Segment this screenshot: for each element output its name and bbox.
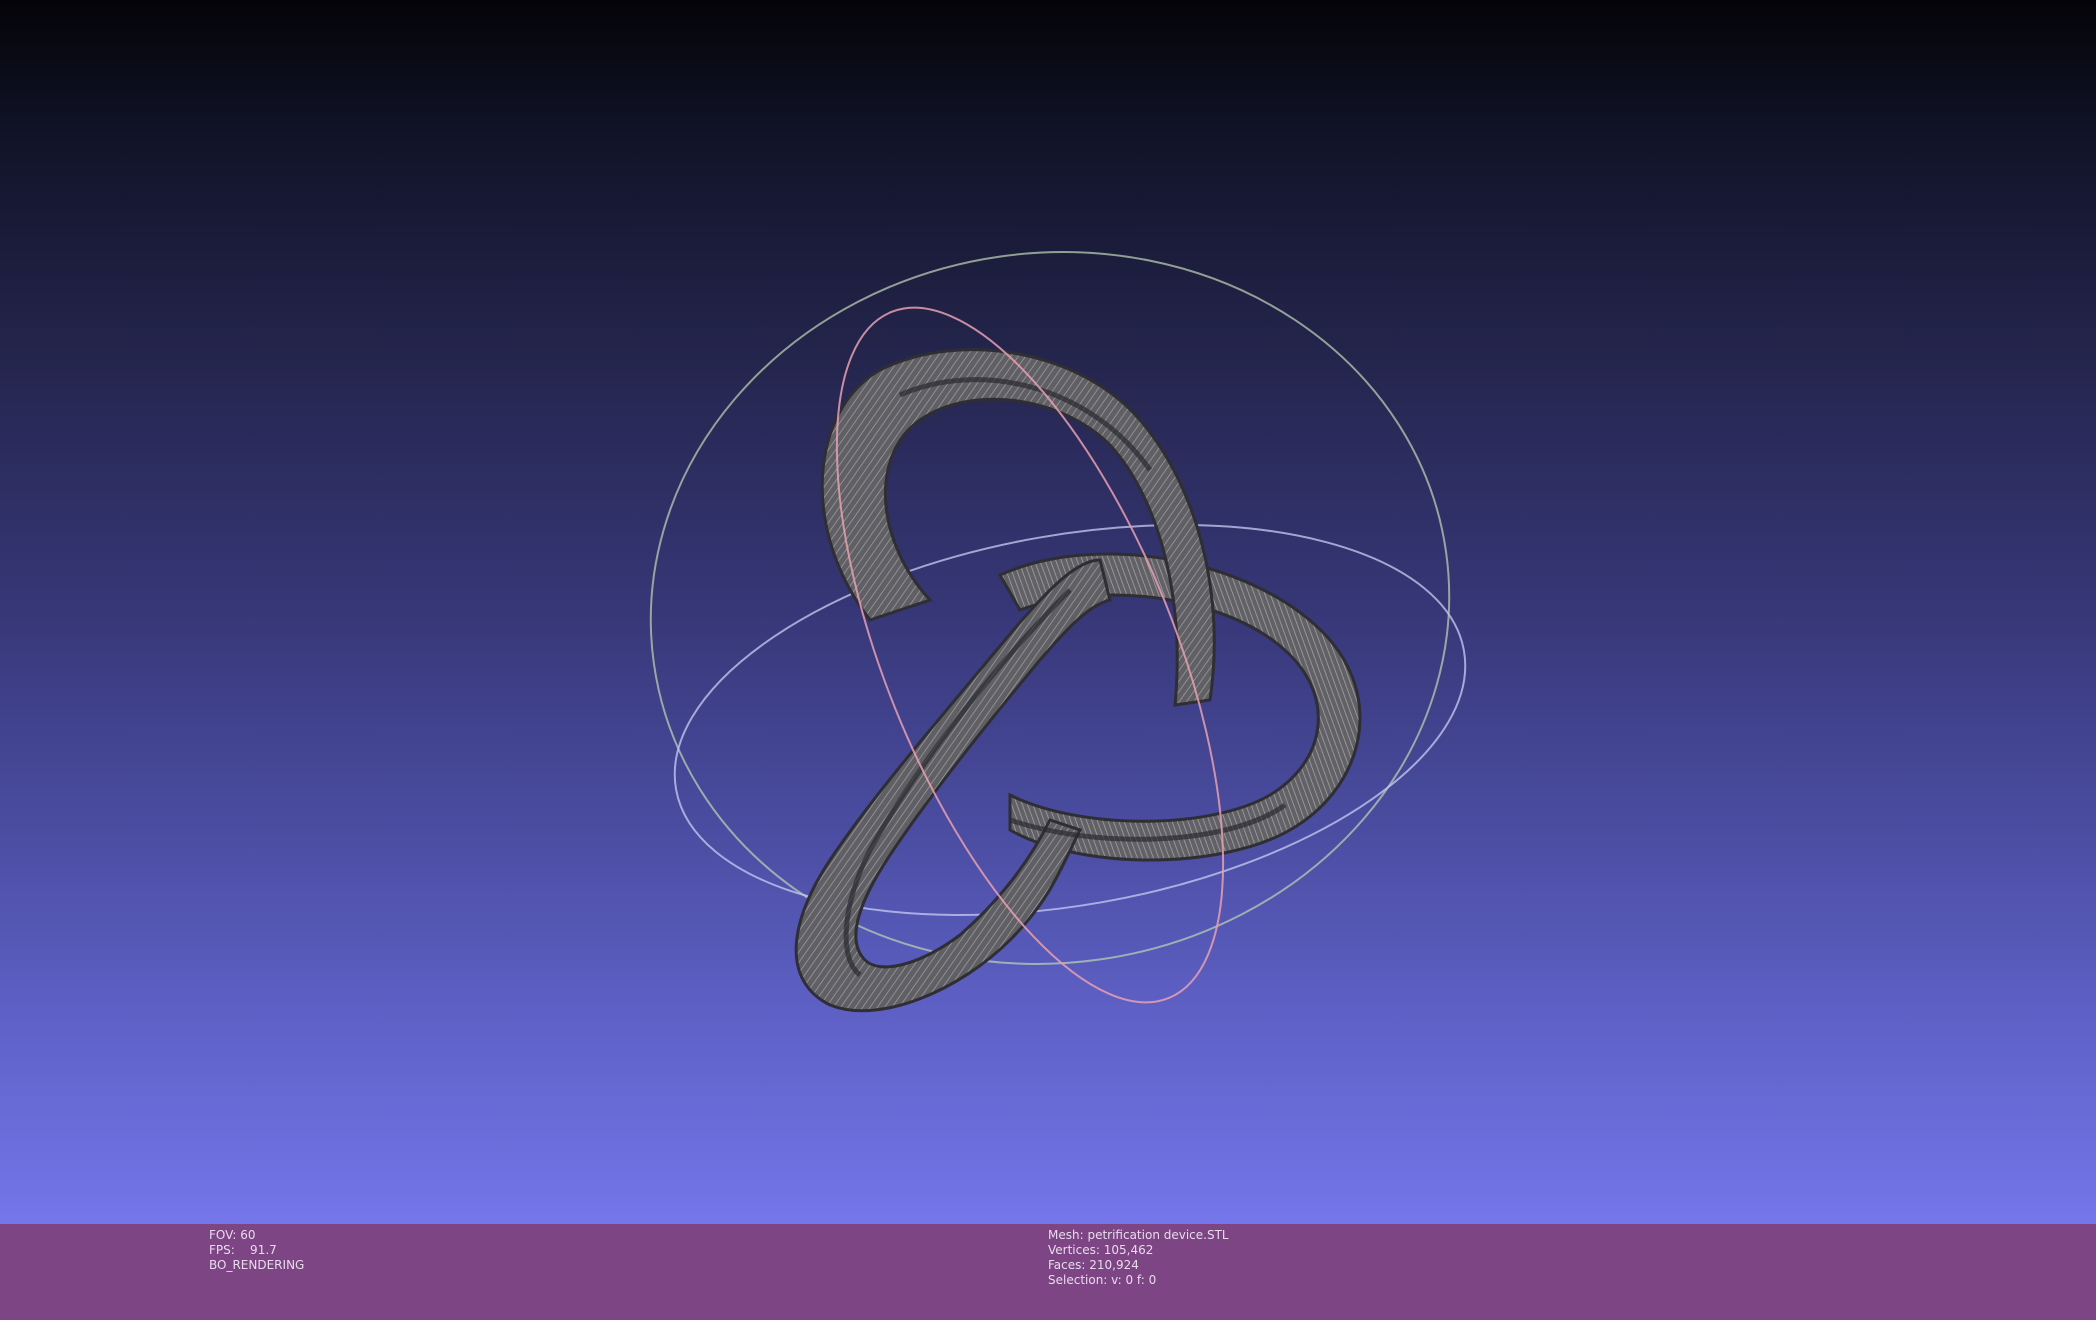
selection-label: Selection: v: 0 f: 0 bbox=[1048, 1273, 1157, 1287]
3d-scene[interactable] bbox=[0, 0, 2096, 1224]
3d-viewport[interactable] bbox=[0, 0, 2096, 1224]
fov-label: FOV: 60 bbox=[209, 1228, 256, 1242]
mesh-model[interactable] bbox=[794, 348, 1362, 1013]
fps-label: FPS: 91.7 bbox=[209, 1243, 277, 1257]
render-info: FOV: 60 FPS: 91.7 BO_RENDERING bbox=[209, 1228, 304, 1273]
trackball-z-ring bbox=[673, 524, 1467, 916]
mesh-band-front bbox=[794, 558, 1112, 1013]
mesh-info: Mesh: petrification device.STL Vertices:… bbox=[1048, 1228, 1229, 1288]
faces-label: Faces: 210,924 bbox=[1048, 1258, 1139, 1272]
vertices-label: Vertices: 105,462 bbox=[1048, 1243, 1154, 1257]
render-mode-label: BO_RENDERING bbox=[209, 1258, 305, 1272]
mesh-name-label: Mesh: petrification device.STL bbox=[1048, 1228, 1229, 1242]
